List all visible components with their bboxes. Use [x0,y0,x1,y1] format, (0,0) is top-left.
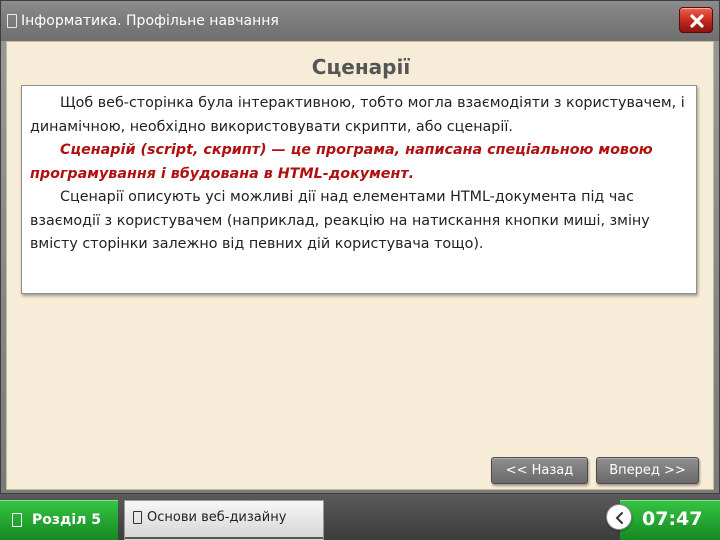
chapter-label: Розділ 5 [32,512,101,528]
app-window: Інформатика. Профільне навчання Сценарії… [0,0,720,494]
definition-paragraph: Сценарій (script, скрипт) — це програма,… [30,142,653,182]
timer-icon[interactable] [606,504,632,530]
topic-tab[interactable]: Основи веб-дизайну [124,500,324,540]
document-icon [133,511,142,524]
content-panel: Сценарії Щоб веб-сторінка була інтеракти… [6,41,714,490]
topic-label: Основи веб-дизайну [147,510,287,525]
chapter-button[interactable]: Розділ 5 [0,500,118,540]
page-title: Сценарії [311,55,411,79]
tab-underline [125,537,323,539]
close-button[interactable] [679,7,713,33]
timer-value: 07:47 [642,508,703,530]
bottom-bar: Розділ 5 Основи веб-дизайну [0,494,720,540]
chevron-left-icon [615,512,623,524]
text-box: Щоб веб-сторінка була інтерактивною, тоб… [21,85,697,294]
description-paragraph: Сценарії описують усі можливі дії над ел… [30,189,650,252]
back-button[interactable]: << Назад [491,457,588,484]
intro-paragraph: Щоб веб-сторінка була інтерактивною, тоб… [30,95,685,135]
document-icon [7,14,17,28]
document-icon [12,513,22,527]
title-bar: Інформатика. Профільне навчання [1,1,719,41]
window-title: Інформатика. Профільне навчання [21,13,279,29]
next-button[interactable]: Вперед >> [596,457,699,484]
close-x-icon [690,14,704,28]
